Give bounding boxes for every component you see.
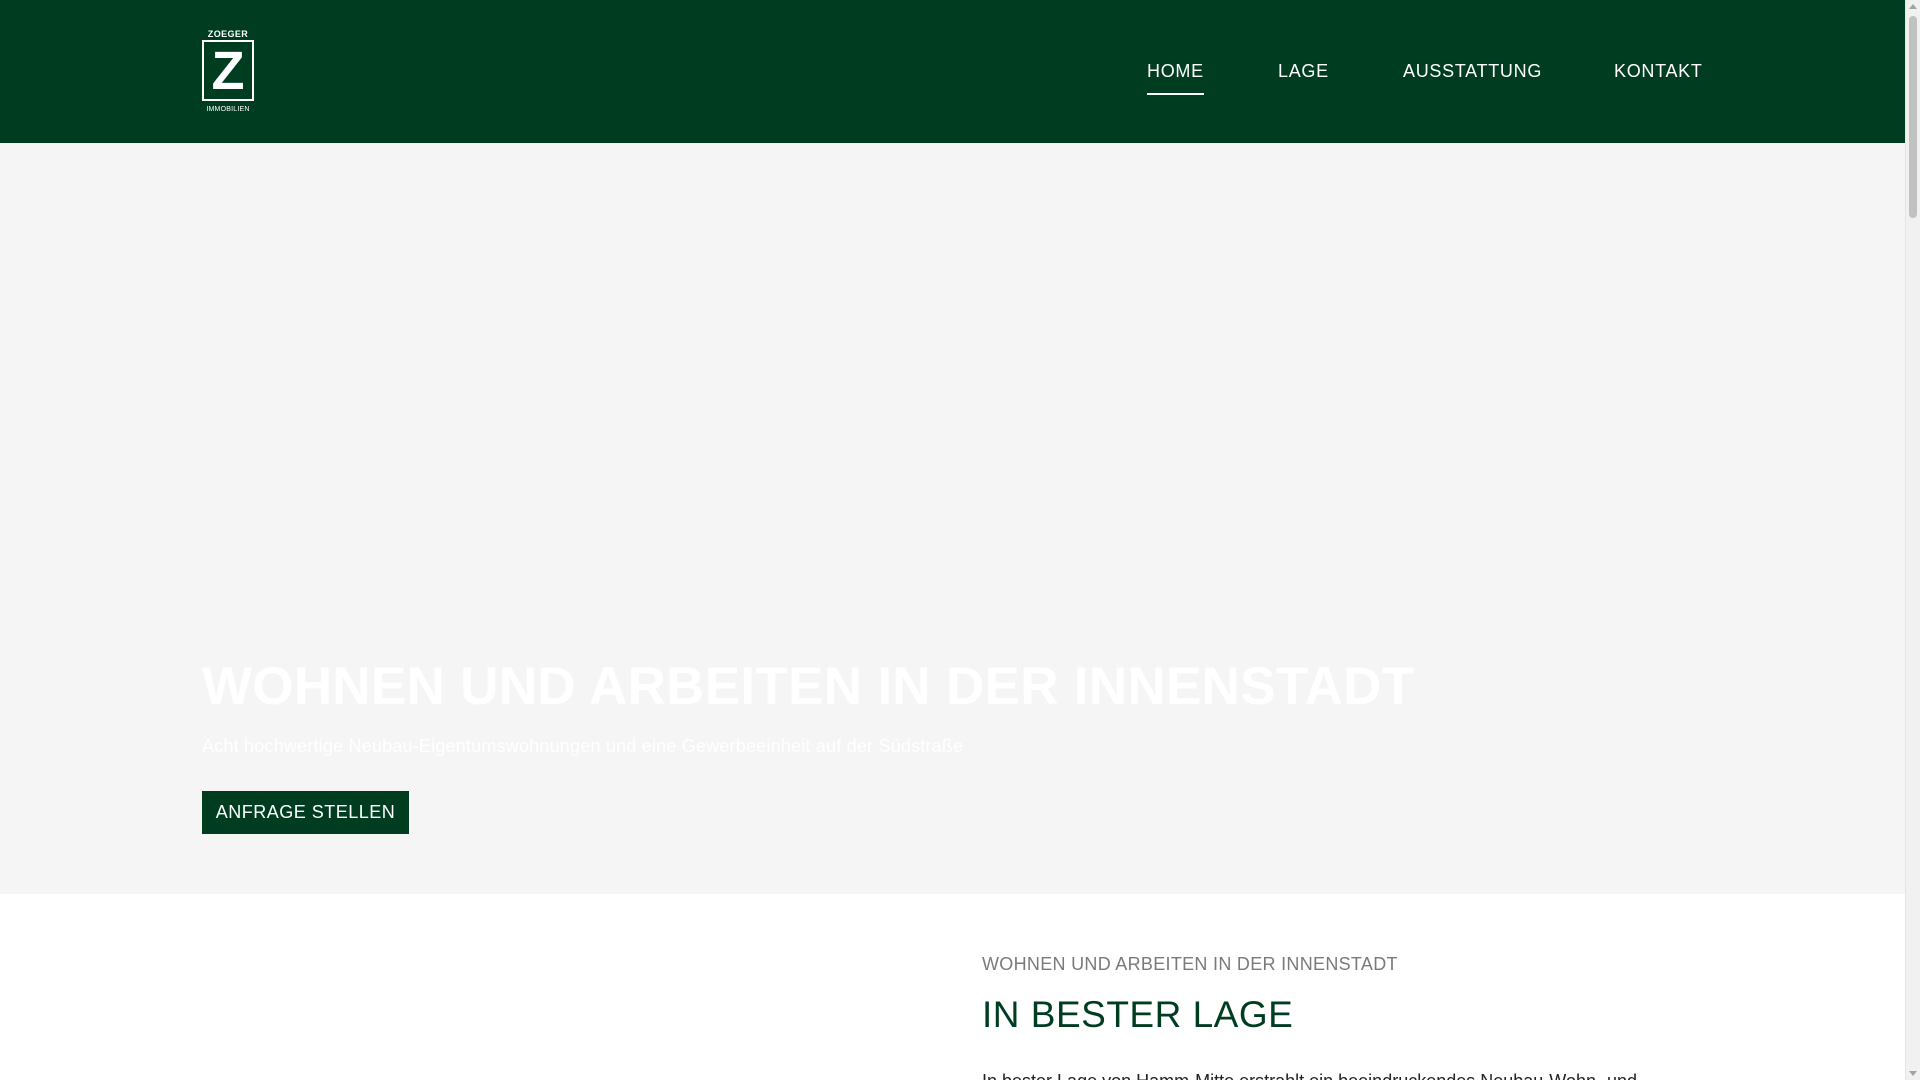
page: ZOEGER Z IMMOBILIEN HOME LAGE AUSSTATTUN…: [0, 0, 1920, 1080]
location-section: WOHNEN UND ARBEITEN IN DER INNENSTADT IN…: [0, 894, 1905, 1080]
main-nav: HOME LAGE AUSSTATTUNG KONTAKT: [1140, 0, 1703, 143]
hero-subtitle: Acht hochwertige Neubau-Eigentumswohnung…: [202, 736, 964, 756]
site-header: ZOEGER Z IMMOBILIEN HOME LAGE AUSSTATTUN…: [0, 0, 1905, 143]
nav-item-lage[interactable]: LAGE: [1278, 59, 1329, 83]
hero-section: WOHNEN UND ARBEITEN IN DER INNENSTADT Ac…: [0, 143, 1905, 894]
nav-item-kontakt[interactable]: KONTAKT: [1614, 59, 1703, 83]
section-eyebrow: WOHNEN UND ARBEITEN IN DER INNENSTADT: [982, 954, 1398, 974]
logo-brand-name: ZOEGER: [207, 29, 249, 39]
section-heading: IN BESTER LAGE: [982, 994, 1294, 1035]
logo-emblem: Z: [202, 40, 254, 101]
scroll-down-arrow-icon[interactable]: [1909, 1071, 1917, 1076]
section-paragraph: In bester Lage von Hamm-Mitte erstrahlt …: [982, 1068, 1702, 1080]
scroll-up-arrow-icon[interactable]: [1909, 4, 1917, 9]
hero-title: WOHNEN UND ARBEITEN IN DER INNENSTADT: [202, 657, 1415, 716]
logo[interactable]: ZOEGER Z IMMOBILIEN: [202, 29, 254, 115]
logo-letter: Z: [211, 41, 245, 101]
logo-tagline: IMMOBILIEN: [206, 106, 250, 113]
nav-item-home[interactable]: HOME: [1147, 59, 1204, 95]
inquiry-button[interactable]: ANFRAGE STELLEN: [202, 791, 409, 834]
nav-item-ausstattung[interactable]: AUSSTATTUNG: [1403, 59, 1542, 83]
scrollbar-thumb[interactable]: [1909, 16, 1917, 218]
vertical-scrollbar[interactable]: [1905, 0, 1920, 1080]
